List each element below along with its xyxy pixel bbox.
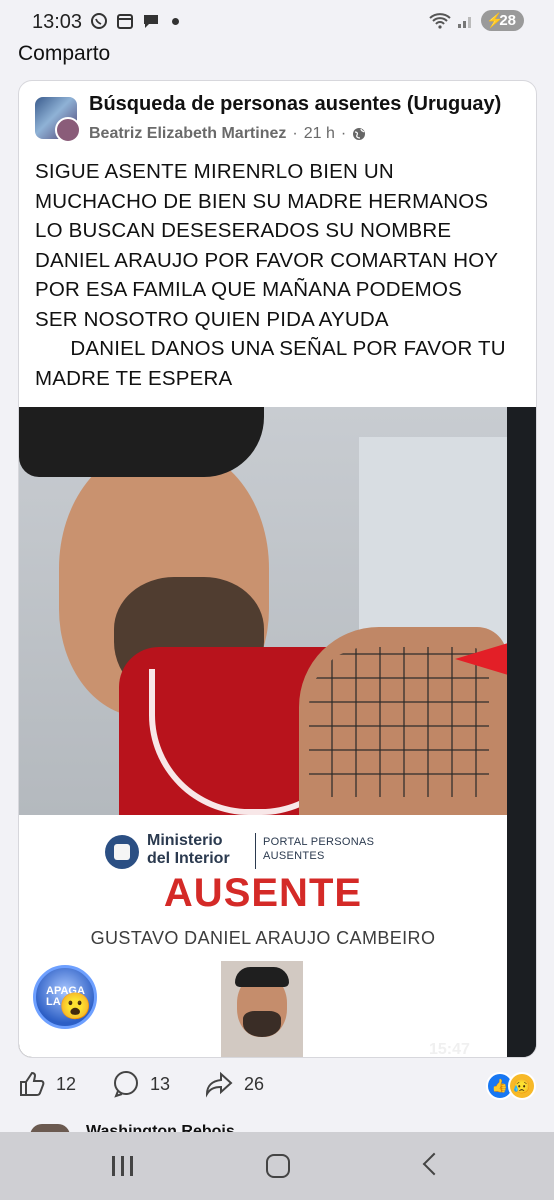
ministry-seal-icon: [105, 835, 139, 869]
meta-separator: ·: [292, 125, 298, 142]
post-meta: Beatriz Elizabeth Martinez · 21 h ·: [89, 125, 366, 143]
chat-icon: [144, 15, 158, 28]
system-navigation-bar: [0, 1132, 554, 1200]
more-notifications-dot: [172, 17, 179, 25]
like-button[interactable]: 12: [18, 1070, 76, 1098]
reactions-bar: 12 13 26 👍 😥: [18, 1070, 536, 1106]
video-timestamp: 15:47: [429, 1041, 470, 1057]
dark-side-strip: [507, 407, 536, 1057]
comment-count: 13: [150, 1073, 171, 1094]
sad-reaction-icon: 😥: [508, 1072, 536, 1100]
ministry-notice: Ministerio del Interior PORTAL PERSONAS …: [19, 815, 507, 1057]
back-button[interactable]: [422, 1152, 446, 1176]
notification-icons: [90, 12, 179, 30]
map-tattoo: [309, 647, 489, 797]
whatsapp-icon: [91, 13, 107, 29]
surprised-emoji-icon: 😮: [59, 991, 92, 1021]
signal-icon: [458, 16, 472, 28]
post-image[interactable]: Ministerio del Interior PORTAL PERSONAS …: [19, 407, 536, 1057]
group-avatar[interactable]: [35, 97, 81, 143]
shared-post-card[interactable]: Búsqueda de personas ausentes (Uruguay) …: [18, 80, 537, 1058]
share-icon: [205, 1071, 233, 1098]
missing-person-photo: [19, 407, 515, 817]
author-avatar[interactable]: [55, 117, 81, 143]
person-hair: [19, 407, 264, 477]
recents-button[interactable]: [112, 1156, 133, 1176]
home-button[interactable]: [266, 1154, 290, 1178]
battery-icon: ⚡ 28: [481, 10, 524, 31]
missing-person-name: GUSTAVO DANIEL ARAUJO CAMBEIRO: [90, 928, 436, 948]
post-time[interactable]: 21 h: [304, 125, 335, 143]
ministry-name: Ministerio del Interior: [147, 832, 230, 867]
wifi-icon: [429, 12, 451, 29]
comment-button[interactable]: 13: [112, 1070, 170, 1098]
portal-name: PORTAL PERSONAS AUSENTES: [263, 836, 375, 862]
clock: 13:03: [32, 11, 83, 33]
post-author[interactable]: Beatriz Elizabeth Martinez: [89, 125, 286, 143]
comment-icon: [114, 1071, 138, 1098]
share-button[interactable]: 26: [204, 1070, 264, 1098]
calendar-icon: [117, 14, 133, 29]
like-count: 12: [56, 1073, 77, 1094]
ministry-divider: [255, 833, 256, 869]
shared-label: Comparto: [18, 42, 111, 65]
post-text: SIGUE ASENTE MIRENRLO BIEN UN MUCHACHO D…: [35, 160, 506, 390]
status-bar: 13:03 ⚡ 28: [0, 0, 554, 44]
thumbs-up-icon: [20, 1071, 45, 1096]
meta-separator-2: ·: [340, 125, 347, 142]
system-icons: ⚡ 28: [429, 10, 524, 31]
person-thumbnail: [221, 961, 303, 1057]
globe-icon: [353, 128, 366, 140]
missing-status-title: AUSENTE: [163, 871, 363, 915]
share-count: 26: [244, 1073, 265, 1094]
group-name[interactable]: Búsqueda de personas ausentes (Uruguay): [89, 93, 519, 116]
reaction-summary[interactable]: 👍 😥: [486, 1072, 536, 1100]
